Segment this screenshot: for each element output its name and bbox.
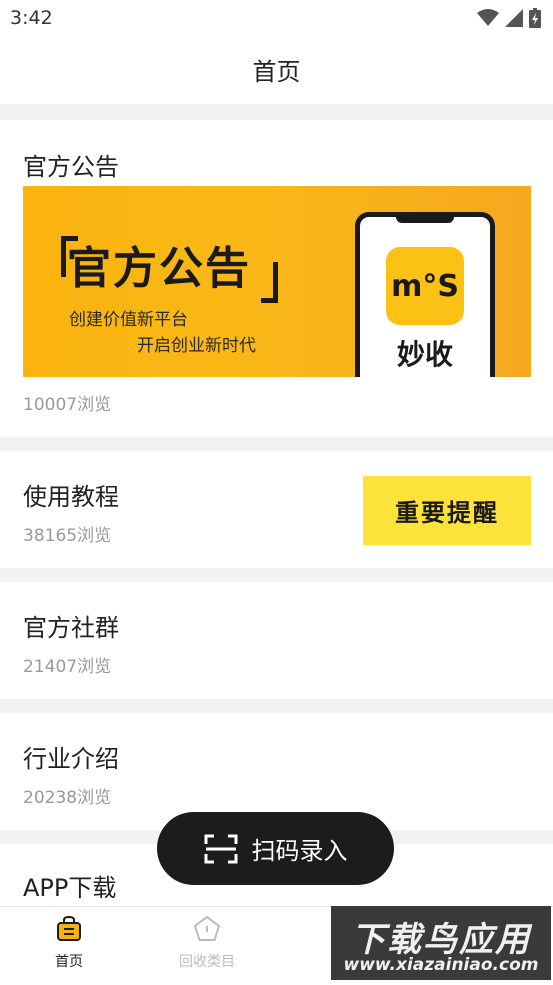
app-logo-icon: m°S xyxy=(386,247,464,325)
battery-icon xyxy=(529,8,541,28)
banner-title: 官方公告 xyxy=(67,243,251,294)
reminder-thumbnail: 重要提醒 xyxy=(363,476,531,545)
card-community[interactable]: 官方社群 21407浏览 xyxy=(0,582,553,699)
scan-entry-button[interactable]: 扫码录入 xyxy=(157,812,394,885)
card-title: 官方公告 xyxy=(23,153,119,181)
tab-recycle-label: 回收类目 xyxy=(179,954,235,970)
watermark: 下载鸟应用 www.xiazainiao.com xyxy=(331,906,551,980)
view-count: 10007浏览 xyxy=(23,395,112,415)
header: 首页 xyxy=(0,38,553,104)
view-count: 38165浏览 xyxy=(23,526,112,546)
banner-slogan-2: 开启创业新时代 xyxy=(137,336,256,356)
banner-slogan-1: 创建价值新平台 xyxy=(69,310,188,330)
bag-icon xyxy=(57,915,81,941)
bracket-right-decoration xyxy=(261,262,278,303)
phone-notch xyxy=(396,215,454,223)
announcement-banner[interactable]: 官方公告 创建价值新平台 开启创业新时代 m°S 妙收 xyxy=(23,186,531,377)
signal-icon xyxy=(505,9,523,27)
scan-button-label: 扫码录入 xyxy=(251,837,348,865)
pentagon-icon xyxy=(193,915,221,941)
tab-home[interactable]: 首页 xyxy=(24,915,114,971)
scan-icon xyxy=(204,834,237,863)
tab-recycle-categories[interactable]: 回收类目 xyxy=(162,915,252,971)
status-icons xyxy=(477,8,541,28)
wifi-icon xyxy=(477,9,499,26)
app-name: 妙收 xyxy=(396,338,453,371)
card-title: 使用教程 xyxy=(23,483,119,511)
status-time: 3:42 xyxy=(10,7,53,29)
tab-home-label: 首页 xyxy=(55,954,83,970)
card-tutorial[interactable]: 使用教程 38165浏览 重要提醒 xyxy=(0,451,553,568)
card-announcement[interactable]: 官方公告 官方公告 创建价值新平台 开启创业新时代 m°S 妙收 10007浏览 xyxy=(0,120,553,437)
phone-illustration: m°S 妙收 xyxy=(355,212,495,377)
card-title: 行业介绍 xyxy=(23,745,119,773)
status-bar: 3:42 xyxy=(0,0,553,38)
page-title: 首页 xyxy=(252,58,301,86)
view-count: 20238浏览 xyxy=(23,788,112,808)
watermark-title: 下载鸟应用 xyxy=(351,920,531,960)
card-title: 官方社群 xyxy=(23,614,119,642)
card-title: APP下载 xyxy=(23,874,117,902)
watermark-url: www.xiazainiao.com xyxy=(343,955,539,975)
view-count: 21407浏览 xyxy=(23,657,112,677)
